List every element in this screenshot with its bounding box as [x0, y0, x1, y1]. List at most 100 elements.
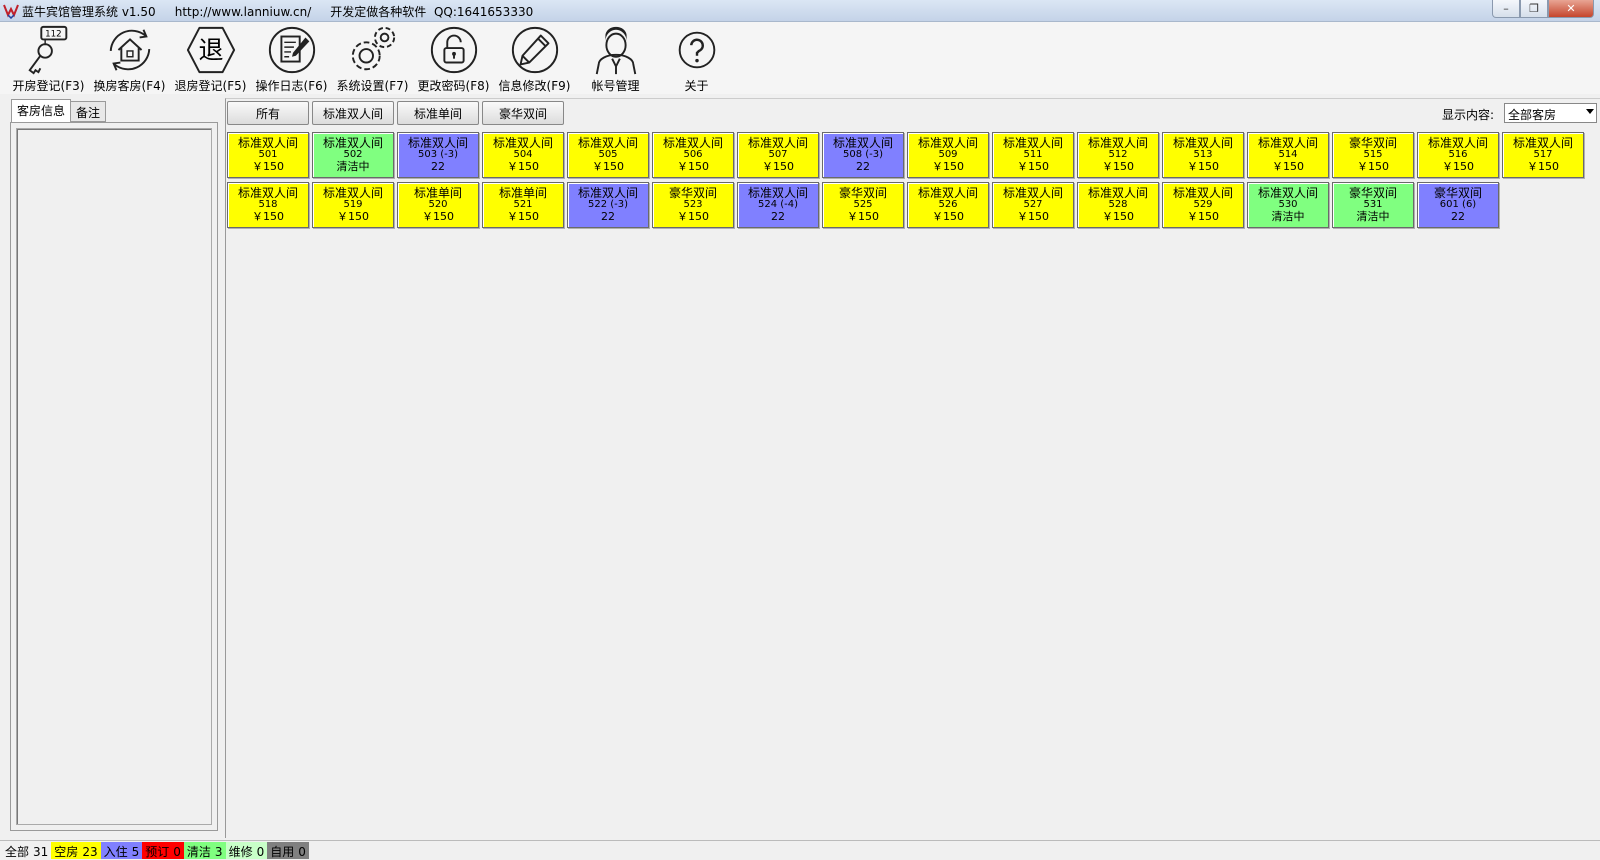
status-count-item: 空房 23 [51, 842, 101, 859]
room-type: 标准双人间 [407, 136, 468, 150]
room-info: 22 [601, 210, 615, 223]
room-type: 标准单间 [498, 186, 547, 200]
room-info: ￥150 [847, 210, 879, 223]
room-info: 22 [856, 160, 870, 173]
room-type: 标准双人间 [1427, 136, 1488, 150]
room-tile[interactable]: 标准双人间 530 清洁中 [1247, 182, 1329, 228]
room-info: ￥150 [1102, 210, 1134, 223]
tab-notes[interactable]: 备注 [70, 101, 107, 122]
room-tile[interactable]: 标准单间 520 ￥150 [397, 182, 479, 228]
room-info: ￥150 [1527, 160, 1559, 173]
room-type: 标准双人间 [1002, 186, 1063, 200]
checkout-hexagon-icon: 退 [186, 26, 235, 74]
filter-all-button[interactable]: 所有 [227, 101, 309, 125]
status-count: 23 [82, 845, 98, 859]
room-tile[interactable]: 豪华双间 523 ￥150 [652, 182, 734, 228]
filter-standard-single-button[interactable]: 标准单间 [397, 101, 479, 125]
room-type: 豪华双间 [1433, 186, 1482, 200]
status-count: 0 [173, 845, 181, 859]
room-type: 标准双人间 [577, 136, 638, 150]
system-settings-button[interactable]: 系统设置(F7) [332, 22, 413, 94]
room-tile[interactable]: 标准双人间 511 ￥150 [992, 132, 1074, 178]
room-tile[interactable]: 标准双人间 519 ￥150 [312, 182, 394, 228]
room-tile[interactable]: 标准双人间 522 (-3) 22 [567, 182, 649, 228]
room-tile[interactable]: 标准双人间 529 ￥150 [1162, 182, 1244, 228]
room-tile[interactable]: 豪华双间 531 清洁中 [1332, 182, 1414, 228]
room-tile[interactable]: 标准双人间 506 ￥150 [652, 132, 734, 178]
room-tile[interactable]: 豪华双间 515 ￥150 [1332, 132, 1414, 178]
room-tile[interactable]: 标准双人间 516 ￥150 [1417, 132, 1499, 178]
change-password-button[interactable]: 更改密码(F8) [413, 22, 494, 94]
room-type: 标准双人间 [237, 136, 298, 150]
operation-log-button[interactable]: 操作日志(F6) [251, 22, 332, 94]
room-info: ￥150 [1187, 160, 1219, 173]
display-content-select[interactable]: 全部客房 [1504, 103, 1597, 123]
app-logo-icon [3, 4, 19, 19]
room-tile[interactable]: 标准双人间 527 ￥150 [992, 182, 1074, 228]
room-tile[interactable]: 标准双人间 517 ￥150 [1502, 132, 1584, 178]
room-type: 豪华双间 [1348, 186, 1397, 200]
room-tile[interactable]: 标准双人间 518 ￥150 [227, 182, 309, 228]
room-tile[interactable]: 标准双人间 508 (-3) 22 [822, 132, 904, 178]
restore-button[interactable]: ❐ [1520, 0, 1548, 18]
status-label: 自用 [270, 845, 295, 859]
close-icon: ✕ [1566, 2, 1576, 15]
checkout-button[interactable]: 退 退房登记(F5) [170, 22, 251, 94]
checkin-button[interactable]: 112 开房登记(F3) [8, 22, 89, 94]
status-label: 预订 [145, 845, 170, 859]
room-info-content[interactable] [16, 128, 212, 825]
account-manage-button[interactable]: 帐号管理 [575, 22, 656, 94]
room-type: 标准双人间 [1087, 136, 1148, 150]
room-info: ￥150 [677, 210, 709, 223]
room-tile[interactable]: 豪华双间 601 (6) 22 [1417, 182, 1499, 228]
room-tile[interactable]: 标准双人间 513 ￥150 [1162, 132, 1244, 178]
room-info: ￥150 [932, 210, 964, 223]
filter-standard-double-button[interactable]: 标准双人间 [312, 101, 394, 125]
room-tile[interactable]: 标准双人间 503 (-3) 22 [397, 132, 479, 178]
info-edit-button[interactable]: 信息修改(F9) [494, 22, 575, 94]
room-tile[interactable]: 标准单间 521 ￥150 [482, 182, 564, 228]
room-type: 标准双人间 [1087, 186, 1148, 200]
status-count-item: 全部 31 [2, 842, 52, 859]
room-tile[interactable]: 标准双人间 512 ￥150 [1077, 132, 1159, 178]
status-label: 入住 [103, 845, 128, 859]
room-type: 标准双人间 [917, 136, 978, 150]
minimize-button[interactable]: – [1492, 0, 1520, 18]
log-edit-icon [268, 26, 315, 74]
room-tile[interactable]: 标准双人间 526 ￥150 [907, 182, 989, 228]
room-type: 豪华双间 [668, 186, 717, 200]
close-button[interactable]: ✕ [1548, 0, 1594, 18]
room-type: 标准双人间 [322, 136, 383, 150]
room-tile[interactable]: 标准双人间 507 ￥150 [737, 132, 819, 178]
status-label: 维修 [228, 845, 253, 859]
lock-icon [430, 26, 477, 74]
change-room-button[interactable]: 换房客房(F4) [89, 22, 170, 94]
status-count: 3 [214, 845, 223, 859]
room-tile[interactable]: 标准双人间 524 (-4) 22 [737, 182, 819, 228]
about-label: 关于 [684, 79, 709, 93]
chevron-down-icon [1586, 109, 1594, 114]
tab-room-info[interactable]: 客房信息 [11, 99, 72, 122]
operation-log-label: 操作日志(F6) [255, 79, 328, 93]
help-icon [678, 31, 715, 69]
room-info: ￥150 [252, 210, 284, 223]
status-label: 空房 [54, 845, 79, 859]
room-tile[interactable]: 标准双人间 505 ￥150 [567, 132, 649, 178]
room-type: 标准双人间 [1257, 136, 1318, 150]
about-button[interactable]: 关于 [656, 22, 737, 94]
room-info: ￥150 [252, 160, 284, 173]
room-tile[interactable]: 标准双人间 502 清洁中 [312, 132, 394, 178]
room-tile[interactable]: 豪华双间 525 ￥150 [822, 182, 904, 228]
filter-deluxe-double-button[interactable]: 豪华双间 [482, 101, 564, 125]
status-count-item: 预订 0 [142, 842, 184, 859]
room-info: ￥150 [1102, 160, 1134, 173]
checkout-label: 退房登记(F5) [174, 79, 247, 93]
room-tile[interactable]: 标准双人间 514 ￥150 [1247, 132, 1329, 178]
user-icon [595, 26, 636, 75]
status-count-item: 维修 0 [225, 842, 268, 859]
room-tile[interactable]: 标准双人间 528 ￥150 [1077, 182, 1159, 228]
room-info: ￥150 [507, 210, 539, 223]
room-tile[interactable]: 标准双人间 504 ￥150 [482, 132, 564, 178]
room-tile[interactable]: 标准双人间 501 ￥150 [227, 132, 309, 178]
room-tile[interactable]: 标准双人间 509 ￥150 [907, 132, 989, 178]
